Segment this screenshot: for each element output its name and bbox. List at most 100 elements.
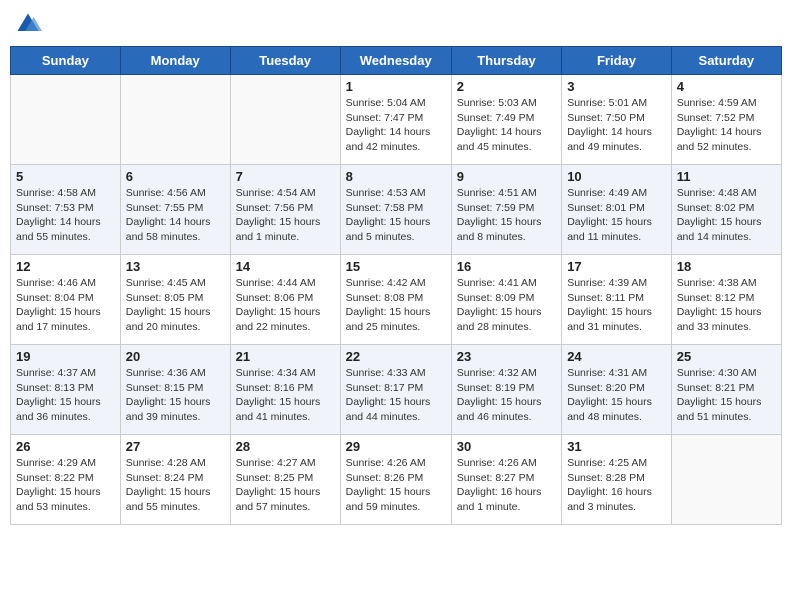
day-info: Sunrise: 4:41 AM Sunset: 8:09 PM Dayligh… — [457, 276, 556, 335]
calendar-week-row: 26Sunrise: 4:29 AM Sunset: 8:22 PM Dayli… — [11, 435, 782, 525]
calendar-cell: 17Sunrise: 4:39 AM Sunset: 8:11 PM Dayli… — [562, 255, 672, 345]
calendar-cell: 16 Sunrise: 4:41 AM Sunset: 8:09 PM Dayli… — [451, 255, 561, 345]
day-number: 28 — [236, 439, 335, 454]
calendar-cell: 1 Sunrise: 5:04 AM Sunset: 7:47 PM Daylig… — [340, 75, 451, 165]
logo-icon — [14, 10, 42, 38]
day-number: 14 — [236, 259, 335, 274]
day-number: 3 — [567, 79, 666, 94]
day-number: 12 — [16, 259, 115, 274]
day-number: 23 — [457, 349, 556, 364]
calendar-cell: 24Sunrise: 4:31 AM Sunset: 8:20 PM Dayli… — [562, 345, 672, 435]
calendar-cell — [11, 75, 121, 165]
calendar-cell: 5 Sunrise: 4:58 AM Sunset: 7:53 PM Daylig… — [11, 165, 121, 255]
calendar-cell: 29 Sunrise: 4:26 AM Sunset: 8:26 PM Dayli… — [340, 435, 451, 525]
calendar-table: SundayMondayTuesdayWednesdayThursdayFrid… — [10, 46, 782, 525]
day-number: 10 — [567, 169, 666, 184]
day-info: Sunrise: 4:49 AM Sunset: 8:01 PM Dayligh… — [567, 186, 666, 245]
day-info: Sunrise: 5:04 AM Sunset: 7:47 PM Dayligh… — [346, 96, 446, 155]
day-of-week-header: Friday — [562, 47, 672, 75]
day-number: 22 — [346, 349, 446, 364]
day-number: 2 — [457, 79, 556, 94]
day-number: 1 — [346, 79, 446, 94]
calendar-cell: 21 Sunrise: 4:34 AM Sunset: 8:16 PM Dayli… — [230, 345, 340, 435]
day-number: 30 — [457, 439, 556, 454]
day-number: 5 — [16, 169, 115, 184]
day-number: 27 — [126, 439, 225, 454]
day-info: Sunrise: 4:37 AM Sunset: 8:13 PM Dayligh… — [16, 366, 115, 425]
day-number: 21 — [236, 349, 335, 364]
day-of-week-header: Monday — [120, 47, 230, 75]
calendar-cell: 15 Sunrise: 4:42 AM Sunset: 8:08 PM Dayli… — [340, 255, 451, 345]
calendar-cell: 20Sunrise: 4:36 AM Sunset: 8:15 PM Dayli… — [120, 345, 230, 435]
day-info: Sunrise: 4:26 AM Sunset: 8:26 PM Dayligh… — [346, 456, 446, 515]
day-info: Sunrise: 4:59 AM Sunset: 7:52 PM Dayligh… — [677, 96, 776, 155]
day-number: 15 — [346, 259, 446, 274]
calendar-cell: 6 Sunrise: 4:56 AM Sunset: 7:55 PM Daylig… — [120, 165, 230, 255]
calendar-week-row: 1 Sunrise: 5:04 AM Sunset: 7:47 PM Daylig… — [11, 75, 782, 165]
day-info: Sunrise: 5:03 AM Sunset: 7:49 PM Dayligh… — [457, 96, 556, 155]
day-info: Sunrise: 4:46 AM Sunset: 8:04 PM Dayligh… — [16, 276, 115, 335]
day-number: 29 — [346, 439, 446, 454]
day-info: Sunrise: 4:27 AM Sunset: 8:25 PM Dayligh… — [236, 456, 335, 515]
day-of-week-header: Thursday — [451, 47, 561, 75]
day-info: Sunrise: 4:29 AM Sunset: 8:22 PM Dayligh… — [16, 456, 115, 515]
day-info: Sunrise: 4:58 AM Sunset: 7:53 PM Dayligh… — [16, 186, 115, 245]
day-info: Sunrise: 4:44 AM Sunset: 8:06 PM Dayligh… — [236, 276, 335, 335]
calendar-week-row: 12 Sunrise: 4:46 AM Sunset: 8:04 PM Dayli… — [11, 255, 782, 345]
calendar-cell: 19Sunrise: 4:37 AM Sunset: 8:13 PM Dayli… — [11, 345, 121, 435]
day-info: Sunrise: 4:32 AM Sunset: 8:19 PM Dayligh… — [457, 366, 556, 425]
calendar-cell: 7 Sunrise: 4:54 AM Sunset: 7:56 PM Daylig… — [230, 165, 340, 255]
day-info: Sunrise: 4:38 AM Sunset: 8:12 PM Dayligh… — [677, 276, 776, 335]
page-header — [10, 10, 782, 38]
calendar-header-row: SundayMondayTuesdayWednesdayThursdayFrid… — [11, 47, 782, 75]
day-number: 18 — [677, 259, 776, 274]
day-info: Sunrise: 5:01 AM Sunset: 7:50 PM Dayligh… — [567, 96, 666, 155]
day-info: Sunrise: 4:42 AM Sunset: 8:08 PM Dayligh… — [346, 276, 446, 335]
day-info: Sunrise: 4:31 AM Sunset: 8:20 PM Dayligh… — [567, 366, 666, 425]
calendar-cell: 4 Sunrise: 4:59 AM Sunset: 7:52 PM Daylig… — [671, 75, 781, 165]
calendar-week-row: 19Sunrise: 4:37 AM Sunset: 8:13 PM Dayli… — [11, 345, 782, 435]
calendar-cell: 8 Sunrise: 4:53 AM Sunset: 7:58 PM Daylig… — [340, 165, 451, 255]
calendar-cell: 27 Sunrise: 4:28 AM Sunset: 8:24 PM Dayli… — [120, 435, 230, 525]
calendar-cell: 9Sunrise: 4:51 AM Sunset: 7:59 PM Daylig… — [451, 165, 561, 255]
day-number: 4 — [677, 79, 776, 94]
day-number: 6 — [126, 169, 225, 184]
calendar-cell — [230, 75, 340, 165]
day-info: Sunrise: 4:34 AM Sunset: 8:16 PM Dayligh… — [236, 366, 335, 425]
calendar-cell: 2 Sunrise: 5:03 AM Sunset: 7:49 PM Daylig… — [451, 75, 561, 165]
calendar-cell: 18 Sunrise: 4:38 AM Sunset: 8:12 PM Dayli… — [671, 255, 781, 345]
day-info: Sunrise: 4:54 AM Sunset: 7:56 PM Dayligh… — [236, 186, 335, 245]
calendar-cell: 31 Sunrise: 4:25 AM Sunset: 8:28 PM Dayli… — [562, 435, 672, 525]
calendar-cell: 3 Sunrise: 5:01 AM Sunset: 7:50 PM Daylig… — [562, 75, 672, 165]
day-of-week-header: Saturday — [671, 47, 781, 75]
calendar-cell: 11 Sunrise: 4:48 AM Sunset: 8:02 PM Dayli… — [671, 165, 781, 255]
calendar-cell: 23 Sunrise: 4:32 AM Sunset: 8:19 PM Dayli… — [451, 345, 561, 435]
calendar-cell — [671, 435, 781, 525]
day-info: Sunrise: 4:36 AM Sunset: 8:15 PM Dayligh… — [126, 366, 225, 425]
day-info: Sunrise: 4:48 AM Sunset: 8:02 PM Dayligh… — [677, 186, 776, 245]
day-number: 7 — [236, 169, 335, 184]
day-number: 8 — [346, 169, 446, 184]
calendar-cell: 12 Sunrise: 4:46 AM Sunset: 8:04 PM Dayli… — [11, 255, 121, 345]
day-number: 25 — [677, 349, 776, 364]
calendar-week-row: 5 Sunrise: 4:58 AM Sunset: 7:53 PM Daylig… — [11, 165, 782, 255]
logo — [14, 10, 46, 38]
day-number: 16 — [457, 259, 556, 274]
day-of-week-header: Sunday — [11, 47, 121, 75]
day-info: Sunrise: 4:45 AM Sunset: 8:05 PM Dayligh… — [126, 276, 225, 335]
calendar-cell: 28 Sunrise: 4:27 AM Sunset: 8:25 PM Dayli… — [230, 435, 340, 525]
day-number: 9 — [457, 169, 556, 184]
day-of-week-header: Tuesday — [230, 47, 340, 75]
day-info: Sunrise: 4:25 AM Sunset: 8:28 PM Dayligh… — [567, 456, 666, 515]
day-of-week-header: Wednesday — [340, 47, 451, 75]
calendar-cell: 30Sunrise: 4:26 AM Sunset: 8:27 PM Dayli… — [451, 435, 561, 525]
day-info: Sunrise: 4:56 AM Sunset: 7:55 PM Dayligh… — [126, 186, 225, 245]
day-info: Sunrise: 4:28 AM Sunset: 8:24 PM Dayligh… — [126, 456, 225, 515]
day-info: Sunrise: 4:53 AM Sunset: 7:58 PM Dayligh… — [346, 186, 446, 245]
day-info: Sunrise: 4:30 AM Sunset: 8:21 PM Dayligh… — [677, 366, 776, 425]
day-info: Sunrise: 4:39 AM Sunset: 8:11 PM Dayligh… — [567, 276, 666, 335]
day-number: 31 — [567, 439, 666, 454]
day-number: 11 — [677, 169, 776, 184]
calendar-cell: 26Sunrise: 4:29 AM Sunset: 8:22 PM Dayli… — [11, 435, 121, 525]
calendar-cell: 10 Sunrise: 4:49 AM Sunset: 8:01 PM Dayli… — [562, 165, 672, 255]
